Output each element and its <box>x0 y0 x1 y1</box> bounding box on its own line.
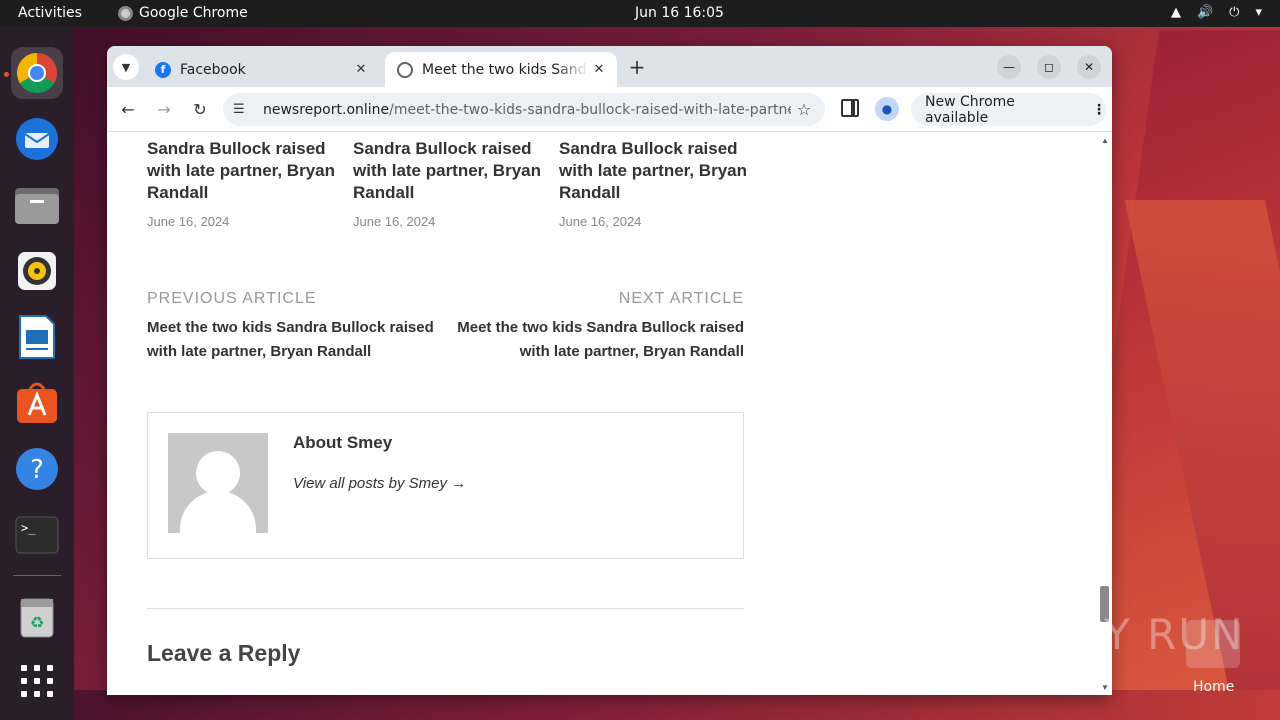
scroll-down-icon[interactable]: ▼ <box>1101 683 1109 692</box>
dock-writer[interactable] <box>11 311 63 363</box>
power-icon: ⏻ <box>1229 5 1240 20</box>
more-menu-icon: ⋮ <box>1092 101 1106 118</box>
network-icon: ▲ <box>1170 5 1181 20</box>
related-post[interactable]: Sandra Bullock raised with late partner,… <box>559 138 749 229</box>
next-article-label: NEXT ARTICLE <box>618 290 744 307</box>
app-menu[interactable]: Google Chrome <box>118 5 248 21</box>
previous-article-nav[interactable]: PREVIOUS ARTICLE Meet the two kids Sandr… <box>147 290 437 364</box>
tab-title: Meet the two kids Sandra <box>422 61 589 78</box>
related-post[interactable]: Sandra Bullock raised with late partner,… <box>147 138 337 229</box>
apps-grid-icon <box>21 665 53 697</box>
related-post[interactable]: Sandra Bullock raised with late partner,… <box>353 138 543 229</box>
side-panel-icon[interactable] <box>841 99 859 117</box>
dock-chrome[interactable] <box>11 47 63 99</box>
svg-text:?: ? <box>30 455 44 485</box>
chevron-down-icon: ▾ <box>1255 5 1262 20</box>
bookmark-star-icon[interactable]: ☆ <box>791 100 817 119</box>
close-icon[interactable]: ✕ <box>351 60 371 80</box>
dock-separator <box>13 575 61 576</box>
next-article-link[interactable]: Meet the two kids Sandra Bullock raised … <box>453 316 744 364</box>
minimize-button[interactable]: — <box>997 55 1021 79</box>
dock-terminal[interactable]: >_ <box>11 509 63 561</box>
related-post-title[interactable]: Sandra Bullock raised with late partner,… <box>559 138 749 204</box>
tab-facebook[interactable]: f Facebook ✕ <box>143 52 379 87</box>
url-path: /meet-the-two-kids-sandra-bullock-raised… <box>389 101 791 118</box>
back-button[interactable]: ← <box>116 97 140 121</box>
related-post-title[interactable]: Sandra Bullock raised with late partner,… <box>147 138 337 204</box>
chrome-small-icon <box>118 5 133 21</box>
rhythmbox-icon <box>18 252 56 290</box>
help-icon: ? <box>16 448 58 490</box>
svg-text:>_: >_ <box>21 521 36 535</box>
author-name: About Smey <box>293 433 393 452</box>
previous-article-link[interactable]: Meet the two kids Sandra Bullock raised … <box>147 316 437 364</box>
new-tab-button[interactable]: + <box>625 55 649 79</box>
svg-text:♻: ♻ <box>30 613 44 632</box>
system-tray[interactable]: ▲ 🔊 ⏻ ▾ <box>1171 5 1262 20</box>
leave-reply-heading: Leave a Reply <box>147 640 301 666</box>
site-info-icon[interactable]: ☰ <box>233 102 255 117</box>
next-article-nav[interactable]: NEXT ARTICLE Meet the two kids Sandra Bu… <box>453 290 744 364</box>
thunderbird-icon <box>16 118 58 160</box>
tab-article[interactable]: Meet the two kids Sandra ✕ <box>385 52 617 87</box>
maximize-button[interactable]: ◻ <box>1037 55 1061 79</box>
dock-thunderbird[interactable] <box>11 113 63 165</box>
scroll-up-icon[interactable]: ▲ <box>1101 136 1109 145</box>
author-avatar <box>168 433 268 533</box>
address-bar[interactable]: ☰ newsreport.online/meet-the-two-kids-sa… <box>223 93 825 126</box>
profile-avatar-icon[interactable]: ● <box>875 97 899 121</box>
volume-icon: 🔊 <box>1196 5 1214 20</box>
forward-button[interactable]: → <box>152 97 176 121</box>
related-post-date: June 16, 2024 <box>559 214 642 229</box>
page-content: Sandra Bullock raised with late partner,… <box>107 132 1112 695</box>
close-icon[interactable]: ✕ <box>589 60 609 80</box>
url-host: newsreport.online <box>263 101 390 118</box>
app-center-icon <box>17 382 57 423</box>
previous-article-label: PREVIOUS ARTICLE <box>147 290 317 307</box>
top-bar: Activities Google Chrome Jun 16 16:05 ▲ … <box>0 0 1280 27</box>
dock-show-apps[interactable] <box>11 655 63 707</box>
update-label: New Chrome available <box>925 93 1015 126</box>
files-icon <box>15 188 59 224</box>
reload-icon: ↻ <box>193 99 207 119</box>
view-all-posts-link[interactable]: View all posts by Smey → <box>293 475 466 492</box>
dock-rhythmbox[interactable] <box>11 245 63 297</box>
tab-bar: ▼ f Facebook ✕ Meet the two kids Sandra … <box>107 46 1112 87</box>
dock-help[interactable]: ? <box>11 443 63 495</box>
trash-icon: ♻ <box>20 598 54 638</box>
globe-icon <box>397 61 413 78</box>
writer-icon <box>19 315 55 359</box>
activities-button[interactable]: Activities <box>18 5 82 21</box>
dock-app-center[interactable] <box>11 377 63 429</box>
browser-toolbar: ← → ↻ ☰ newsreport.online/meet-the-two-k… <box>107 87 1112 132</box>
terminal-icon: >_ <box>15 516 59 554</box>
clock[interactable]: Jun 16 16:05 <box>635 5 724 21</box>
new-chrome-available-button[interactable]: New Chrome available ⋮ <box>911 93 1106 126</box>
tab-title: Facebook <box>180 61 246 78</box>
close-window-button[interactable]: ✕ <box>1077 55 1101 79</box>
dock: ? >_ ♻ <box>0 27 74 720</box>
chevron-down-icon: ▼ <box>121 60 131 74</box>
home-label[interactable]: Home <box>1193 679 1234 695</box>
facebook-icon: f <box>155 61 171 78</box>
related-post-date: June 16, 2024 <box>147 214 230 229</box>
home-folder-icon[interactable] <box>1186 620 1240 668</box>
running-indicator <box>4 72 9 77</box>
chrome-window: ▼ f Facebook ✕ Meet the two kids Sandra … <box>107 46 1112 695</box>
related-post-date: June 16, 2024 <box>353 214 436 229</box>
dock-trash[interactable]: ♻ <box>11 591 63 643</box>
dock-files[interactable] <box>11 179 63 231</box>
divider <box>147 608 744 609</box>
reload-button[interactable]: ↻ <box>188 97 212 121</box>
url-text: newsreport.online/meet-the-two-kids-sand… <box>263 102 791 118</box>
related-post-title[interactable]: Sandra Bullock raised with late partner,… <box>353 138 543 204</box>
author-box: About Smey View all posts by Smey → <box>147 412 744 559</box>
tab-search-button[interactable]: ▼ <box>113 54 139 80</box>
arrow-right-icon: → <box>157 99 171 119</box>
arrow-left-icon: ← <box>121 99 135 119</box>
chrome-icon <box>17 53 57 93</box>
app-name: Google Chrome <box>139 5 248 21</box>
